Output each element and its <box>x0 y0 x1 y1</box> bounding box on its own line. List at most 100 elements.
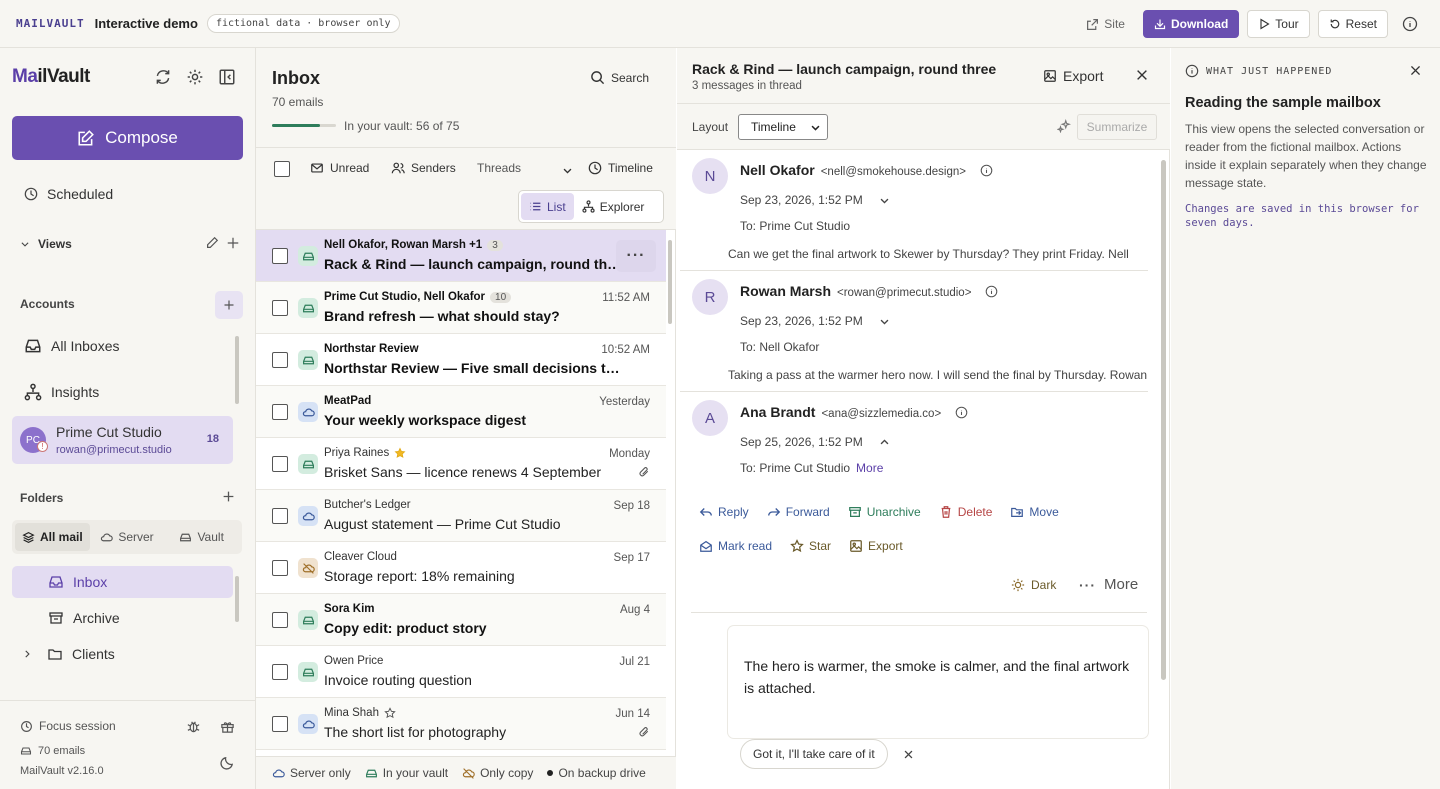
tour-button[interactable]: Tour <box>1247 10 1310 38</box>
folder-inbox[interactable] <box>12 566 233 598</box>
sidebar-item-scheduled[interactable]: Scheduled <box>24 186 113 202</box>
info-icon[interactable] <box>985 285 998 298</box>
export-message-button[interactable]: Export <box>849 539 903 553</box>
download-button[interactable]: Download <box>1142 10 1240 38</box>
info-icon[interactable] <box>955 406 968 419</box>
table-row[interactable]: Sora Kim Copy edit: product story Aug 4 <box>256 594 666 646</box>
chevron-down-icon[interactable] <box>879 316 890 327</box>
star-icon[interactable] <box>384 707 396 719</box>
star-button[interactable]: Star <box>790 539 831 553</box>
date-line: Sep 25, 2026, 1:52 PM <box>740 435 890 449</box>
filter-timeline[interactable]: Timeline <box>588 161 653 175</box>
bug-icon[interactable] <box>186 719 201 734</box>
layout-select[interactable]: Timeline <box>738 114 828 140</box>
table-row[interactable]: Owen Price Invoice routing question Jul 21 <box>256 646 666 698</box>
row-checkbox[interactable] <box>272 664 288 680</box>
table-row[interactable]: Butcher's Ledger August statement — Prime… <box>256 490 666 542</box>
dark-mode-button[interactable]: Dark <box>1011 578 1056 592</box>
gift-icon[interactable] <box>220 719 235 734</box>
sidebar-item-insights[interactable]: Insights <box>24 383 99 401</box>
add-folder-icon[interactable] <box>222 490 235 503</box>
account-prime-cut-studio[interactable]: PC ! Prime Cut Studio rowan@primecut.stu… <box>12 416 233 464</box>
row-checkbox[interactable] <box>272 560 288 576</box>
thread-message[interactable]: R Rowan Marsh <rowan@primecut.studio> Sep 2… <box>680 271 1148 392</box>
select-all-checkbox[interactable] <box>274 161 290 177</box>
row-checkbox[interactable] <box>272 300 288 316</box>
table-row[interactable]: Prime Cut Studio, Nell Okafor 10 Brand ref… <box>256 282 666 334</box>
list-scrollbar[interactable] <box>668 240 672 324</box>
edit-views-icon[interactable] <box>205 236 219 250</box>
message-subject: Rack & Rind — launch campaign, round thr… <box>324 256 624 272</box>
row-checkbox[interactable] <box>272 456 288 472</box>
row-checkbox[interactable] <box>272 716 288 732</box>
info-button[interactable] <box>1396 10 1424 38</box>
table-row[interactable]: Cleaver Cloud Storage report: 18% remaini… <box>256 542 666 594</box>
compose-button[interactable]: Compose <box>12 116 243 160</box>
info-icon[interactable] <box>980 164 993 177</box>
segment-vault[interactable]: Vault <box>164 523 239 551</box>
row-checkbox[interactable] <box>272 612 288 628</box>
thread-message[interactable]: A Ana Brandt <ana@sizzlemedia.co> Sep 25, 2… <box>680 392 1148 512</box>
add-account-button[interactable] <box>215 291 243 319</box>
views-toggle[interactable]: Views <box>20 237 72 251</box>
folder-inbox-row[interactable]: Inbox <box>48 574 107 590</box>
filter-threads[interactable]: Threads <box>477 161 521 175</box>
reset-label: Reset <box>1345 17 1377 31</box>
all-inboxes-label: All Inboxes <box>51 338 120 354</box>
collapse-sidebar-icon[interactable] <box>218 68 236 86</box>
dismiss-suggestion-icon[interactable] <box>903 749 914 760</box>
move-button[interactable]: Move <box>1010 505 1059 519</box>
chevron-down-icon[interactable] <box>562 165 573 176</box>
view-list-button[interactable]: List <box>521 193 574 220</box>
message-body: The hero is warmer, the smoke is calmer,… <box>728 626 1148 738</box>
search-button[interactable]: Search <box>590 70 649 85</box>
image-export-icon <box>850 540 862 552</box>
thread-message[interactable]: N Nell Okafor <nell@smokehouse.design> Sep … <box>680 150 1148 271</box>
reset-button[interactable]: Reset <box>1317 10 1388 38</box>
add-view-icon[interactable] <box>226 236 240 250</box>
row-checkbox[interactable] <box>272 352 288 368</box>
table-row[interactable]: Nell Okafor, Rowan Marsh +1 3 Rack & Rind … <box>256 230 666 282</box>
star-filled-icon[interactable] <box>394 447 406 459</box>
moon-icon[interactable] <box>220 755 235 770</box>
accounts-scrollbar[interactable] <box>235 336 239 404</box>
info-icon <box>1185 64 1199 78</box>
smart-reply-button[interactable]: Got it, I'll take care of it <box>740 739 888 769</box>
sidebar-item-all-inboxes[interactable]: All Inboxes <box>24 337 119 355</box>
delete-button[interactable]: Delete <box>939 505 992 519</box>
segment-all-mail[interactable]: All mail <box>15 523 90 551</box>
gear-icon[interactable] <box>186 68 204 86</box>
focus-session-button[interactable]: Focus session <box>20 719 116 733</box>
unarchive-button[interactable]: Unarchive <box>848 505 921 519</box>
forward-button[interactable]: Forward <box>767 505 830 519</box>
row-checkbox[interactable] <box>272 508 288 524</box>
folders-scrollbar[interactable] <box>235 576 239 622</box>
segment-server[interactable]: Server <box>90 523 165 551</box>
folder-archive[interactable]: Archive <box>48 610 120 626</box>
mark-read-button[interactable]: Mark read <box>699 539 772 553</box>
table-row[interactable]: Priya Raines Brisket Sans — licence renew… <box>256 438 666 490</box>
table-row[interactable]: Northstar Review Northstar Review — Five … <box>256 334 666 386</box>
table-row[interactable]: MeatPad Your weekly workspace digest Yeste… <box>256 386 666 438</box>
close-icon[interactable] <box>1409 64 1422 77</box>
more-actions-button[interactable]: ··· More <box>1079 576 1138 593</box>
table-row[interactable]: Mina Shah The short list for photography J… <box>256 698 666 750</box>
row-more-button[interactable]: ··· <box>616 240 656 272</box>
view-explorer-button[interactable]: Explorer <box>574 193 653 220</box>
folder-clients[interactable]: Clients <box>22 646 115 662</box>
filter-unread[interactable]: Unread <box>310 161 369 175</box>
close-icon[interactable] <box>1135 68 1149 82</box>
filter-senders[interactable]: Senders <box>391 161 456 175</box>
export-thread-button[interactable]: Export <box>1043 68 1103 84</box>
chevron-down-icon[interactable] <box>879 195 890 206</box>
chevron-up-icon[interactable] <box>879 437 890 448</box>
refresh-icon[interactable] <box>154 68 172 86</box>
row-checkbox[interactable] <box>272 248 288 264</box>
row-checkbox[interactable] <box>272 404 288 420</box>
site-link[interactable]: Site <box>1076 10 1135 38</box>
reader-scrollbar[interactable] <box>1161 160 1166 680</box>
sender-name: Cleaver Cloud <box>324 551 397 563</box>
more-recipients-link[interactable]: More <box>856 461 883 475</box>
reply-button[interactable]: Reply <box>699 505 749 519</box>
summarize-button[interactable]: Summarize <box>1077 114 1157 140</box>
